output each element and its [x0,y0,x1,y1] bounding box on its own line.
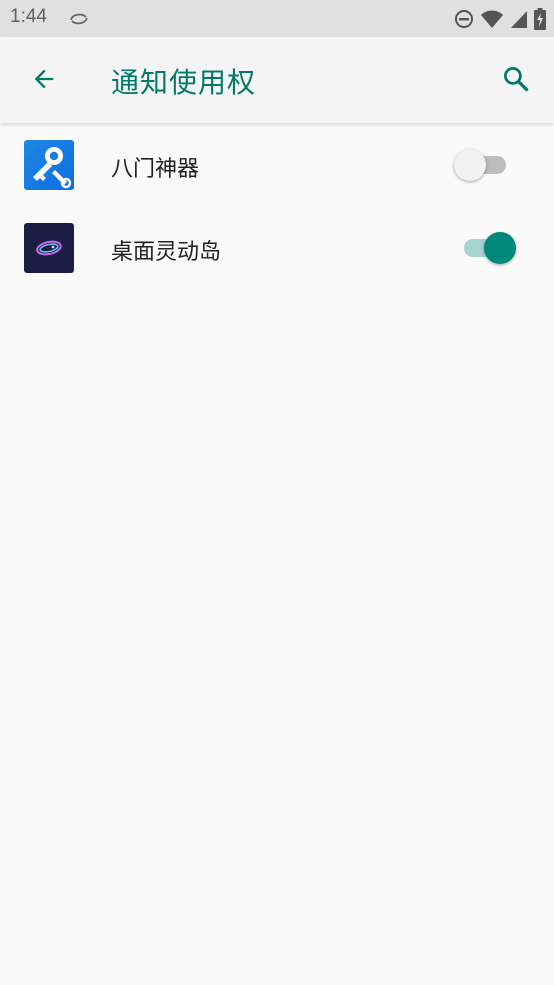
search-icon [501,64,531,98]
app-name: 八门神器 [111,157,200,182]
do-not-disturb-icon [454,9,474,29]
list-item[interactable]: 桌面灵动岛 [0,206,554,289]
status-bar: 1:44 [0,0,554,37]
signal-icon [510,9,528,29]
island-icon [24,223,74,273]
status-icons [454,7,546,31]
list-item[interactable]: 八门神器 [0,123,554,206]
notification-access-list: 八门神器 桌面灵动岛 [0,123,554,289]
key-wrench-icon [24,140,74,190]
page-title: 通知使用权 [111,66,257,99]
notification-access-toggle[interactable] [454,144,514,184]
battery-charging-icon [534,8,546,30]
sync-icon [68,9,90,29]
notification-access-toggle[interactable] [458,227,516,267]
arrow-back-icon [30,65,58,97]
status-time: 1:44 [10,6,47,27]
app-name: 桌面灵动岛 [111,240,222,265]
search-button[interactable] [494,59,538,103]
wifi-icon [480,9,504,29]
back-button[interactable] [22,59,66,103]
app-bar: 通知使用权 [0,37,554,123]
